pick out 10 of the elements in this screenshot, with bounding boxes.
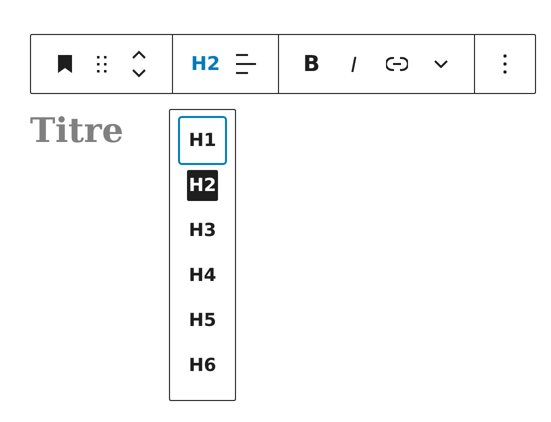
heading-level-option[interactable]: H6 — [188, 352, 216, 379]
heading-level-option[interactable]: H3 — [188, 217, 216, 244]
italic-button[interactable]: I — [336, 40, 370, 88]
bold-button[interactable]: B — [294, 40, 328, 88]
heading-level-option[interactable]: H1 — [178, 116, 227, 165]
heading-level-option[interactable]: H2 — [186, 170, 218, 201]
heading-level-option[interactable]: H5 — [188, 307, 216, 334]
heading-level-button[interactable]: H2 — [186, 40, 224, 88]
heading-text[interactable]: Titre — [30, 109, 169, 401]
heading-level-option[interactable]: H4 — [188, 262, 216, 289]
